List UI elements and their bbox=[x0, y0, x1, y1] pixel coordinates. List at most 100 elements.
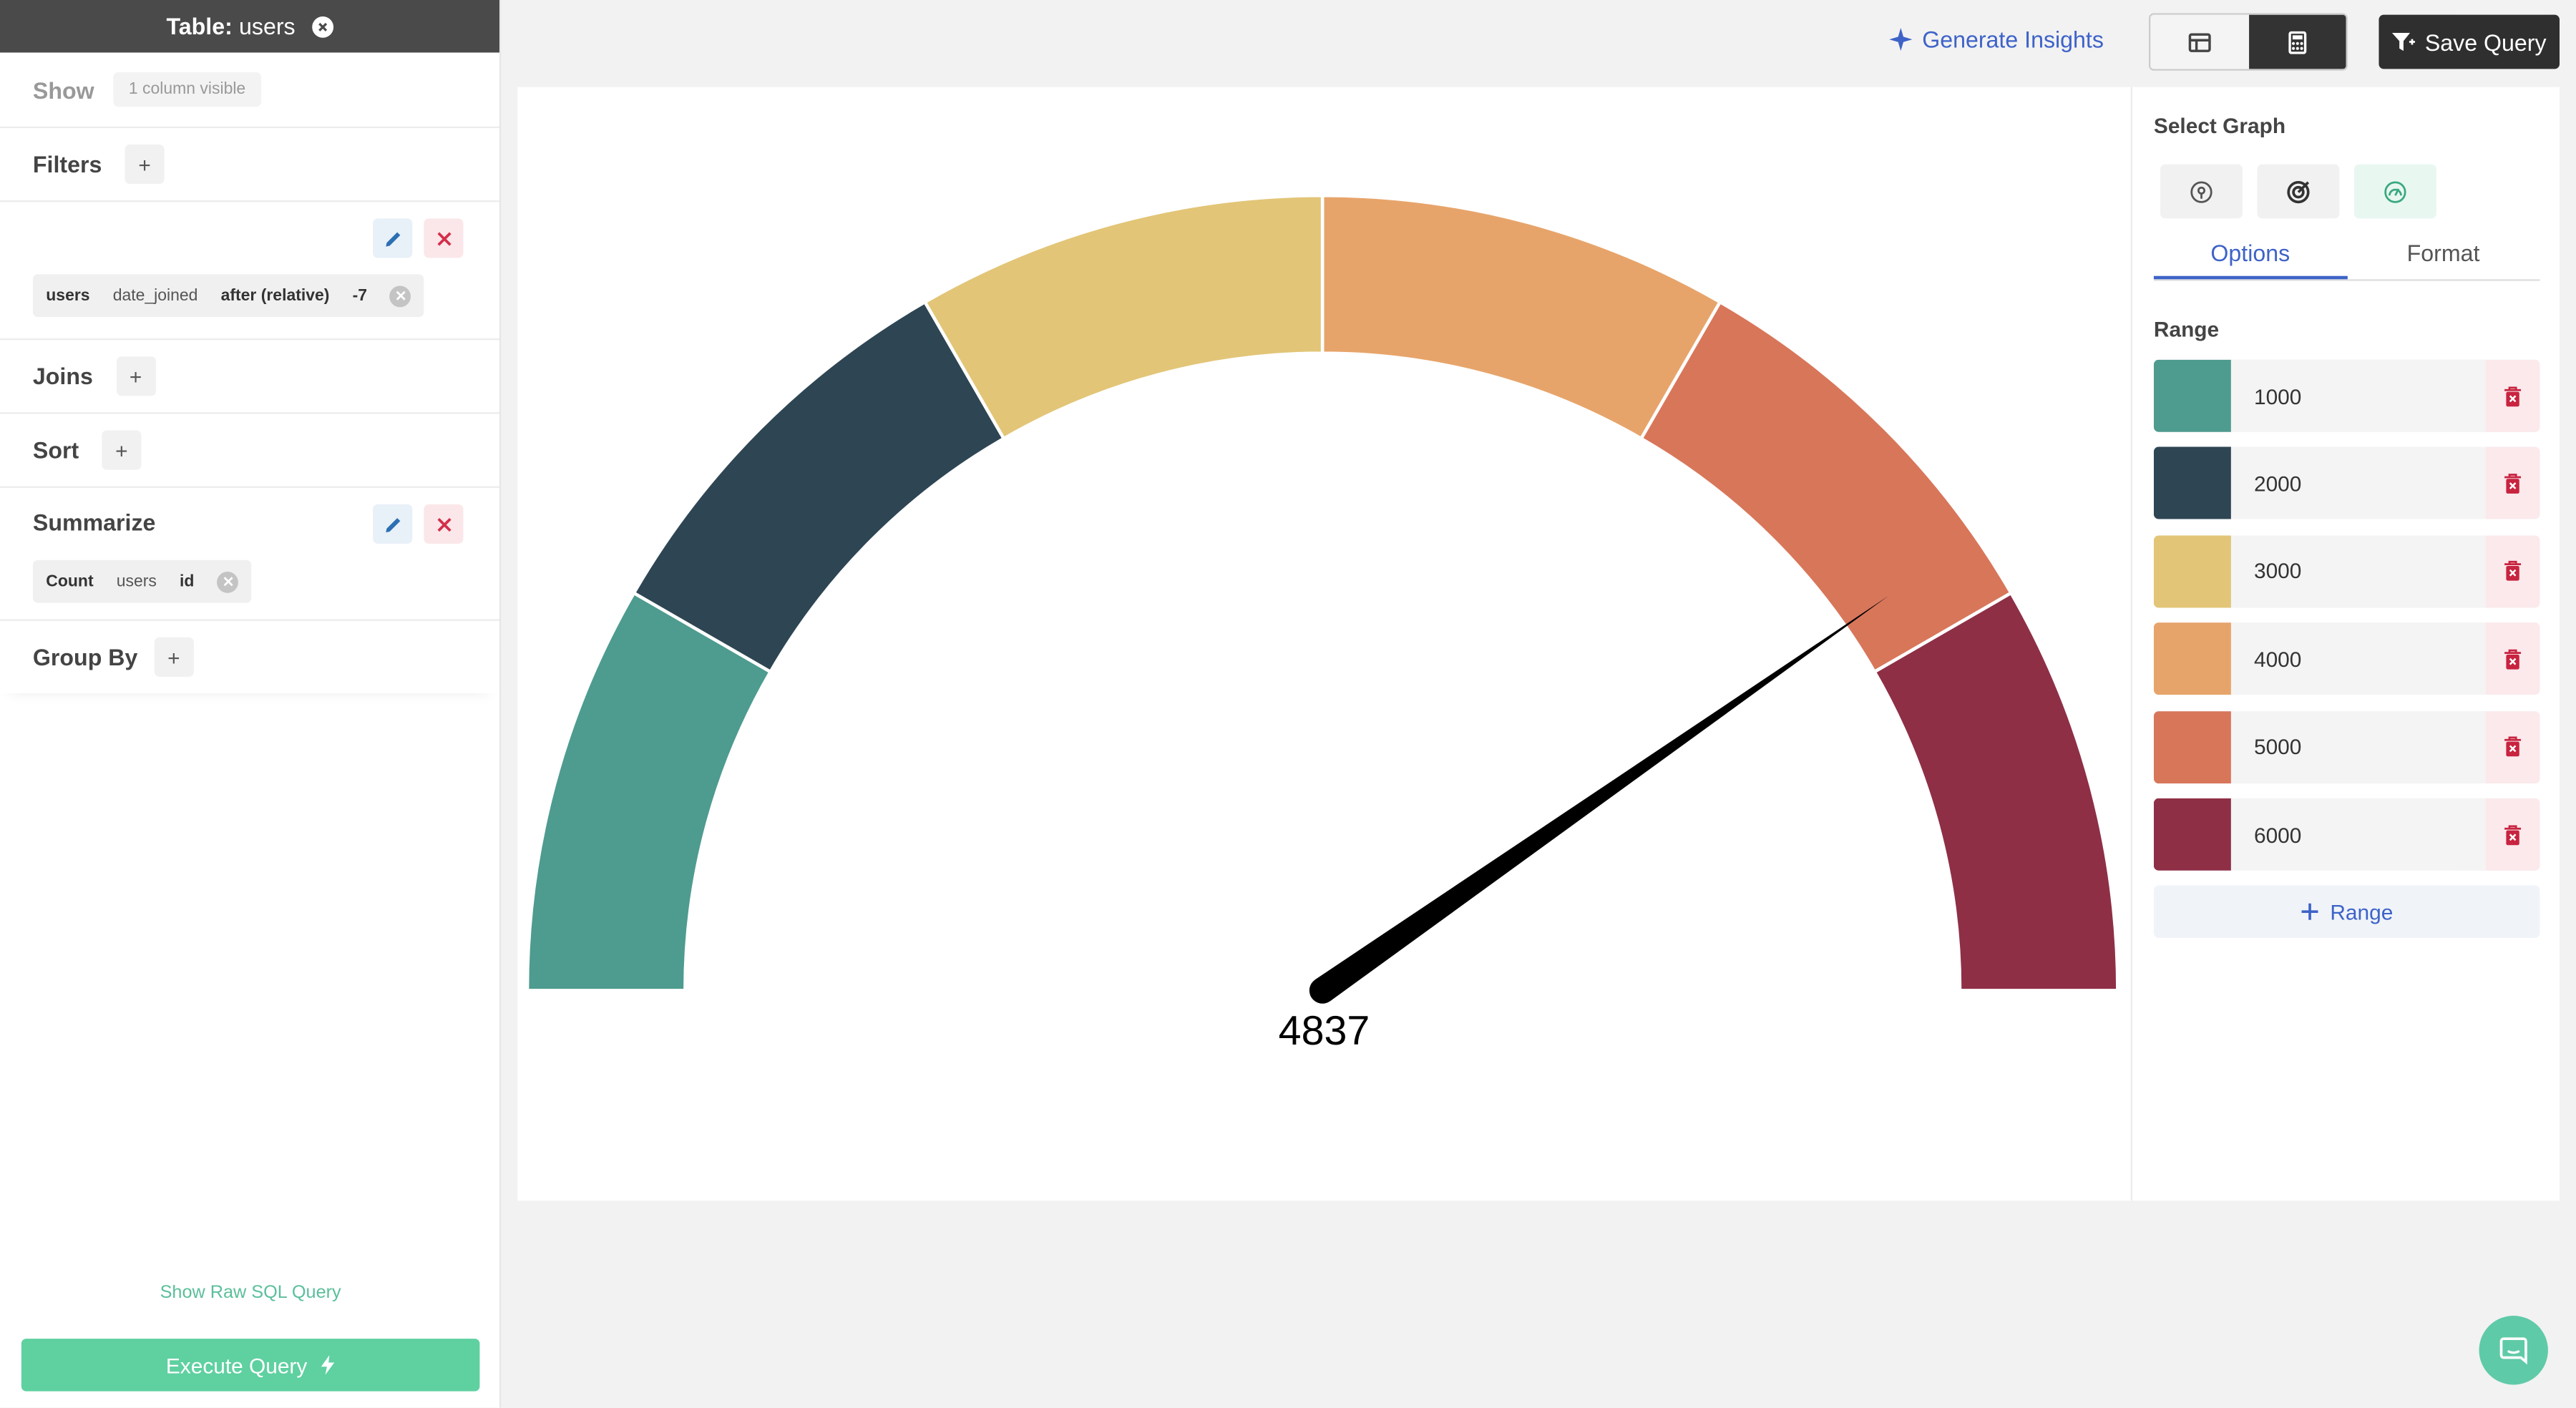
summarize-tag[interactable]: Count users id bbox=[32, 559, 252, 603]
trash-icon bbox=[2504, 649, 2522, 669]
filter-table: users bbox=[46, 286, 90, 305]
pencil-icon bbox=[385, 231, 400, 246]
add-sort-button[interactable]: + bbox=[102, 430, 142, 470]
tab-format[interactable]: Format bbox=[2347, 228, 2540, 279]
lightning-icon bbox=[321, 1355, 335, 1375]
table-icon bbox=[2188, 32, 2211, 52]
table-header: Table: users bbox=[0, 0, 499, 53]
range-row: 2000 bbox=[2153, 447, 2540, 520]
gauge-graph-button[interactable] bbox=[2354, 164, 2436, 219]
generate-insights-label: Generate Insights bbox=[1922, 26, 2104, 53]
range-row: 5000 bbox=[2153, 710, 2540, 783]
group-by-label: Group By bbox=[32, 643, 138, 670]
sort-label: Sort bbox=[32, 436, 79, 464]
view-toggle bbox=[2149, 13, 2348, 71]
options-tabs: Options Format bbox=[2153, 228, 2540, 281]
add-filter-button[interactable]: + bbox=[125, 145, 165, 185]
execute-query-button[interactable]: Execute Query bbox=[21, 1339, 480, 1392]
show-raw-sql-link[interactable]: Show Raw SQL Query bbox=[0, 1283, 501, 1303]
close-icon bbox=[436, 231, 451, 245]
trash-icon bbox=[2504, 824, 2522, 845]
gauge-band bbox=[631, 299, 1006, 675]
column-visibility-pill[interactable]: 1 column visible bbox=[114, 72, 260, 107]
range-value-input[interactable]: 5000 bbox=[2231, 710, 2486, 783]
plus-icon bbox=[2302, 903, 2319, 920]
delete-range-button[interactable] bbox=[2485, 534, 2540, 608]
remove-filter-icon[interactable] bbox=[390, 285, 412, 307]
trash-icon bbox=[2504, 473, 2522, 494]
gauge-needle-hub bbox=[1309, 977, 1336, 1004]
chat-support-button[interactable] bbox=[2479, 1316, 2548, 1385]
trash-icon bbox=[2504, 561, 2522, 582]
tab-options[interactable]: Options bbox=[2153, 228, 2347, 280]
summarize-column: id bbox=[180, 572, 195, 591]
range-color-swatch[interactable] bbox=[2153, 359, 2231, 432]
range-color-swatch[interactable] bbox=[2153, 798, 2231, 871]
summarize-table: users bbox=[116, 572, 157, 591]
sparkle-icon bbox=[1889, 28, 1913, 52]
generate-insights-button[interactable]: Generate Insights bbox=[1889, 26, 2104, 53]
close-icon bbox=[436, 517, 451, 531]
group-by-section: Group By + bbox=[0, 621, 499, 693]
range-value-input[interactable]: 4000 bbox=[2231, 623, 2486, 695]
delete-range-button[interactable] bbox=[2485, 798, 2540, 871]
table-view-button[interactable] bbox=[2150, 14, 2248, 69]
range-color-swatch[interactable] bbox=[2153, 447, 2231, 520]
close-table-icon[interactable] bbox=[311, 15, 333, 37]
filters-label: Filters bbox=[32, 151, 102, 177]
range-value-input[interactable]: 6000 bbox=[2231, 798, 2486, 871]
delete-range-button[interactable] bbox=[2485, 359, 2540, 432]
pin-icon bbox=[2190, 180, 2212, 202]
range-row: 4000 bbox=[2153, 622, 2540, 695]
delete-summarize-button[interactable] bbox=[424, 504, 464, 544]
gauge-value-label: 4837 bbox=[1278, 1008, 1370, 1055]
range-value-input[interactable]: 1000 bbox=[2231, 360, 2486, 432]
trash-icon bbox=[2504, 736, 2522, 757]
gauge-needle bbox=[1314, 595, 1889, 1002]
add-join-button[interactable]: + bbox=[116, 356, 156, 396]
gauge-band bbox=[922, 193, 1324, 441]
joins-section: Joins + bbox=[0, 340, 499, 414]
range-color-swatch[interactable] bbox=[2153, 710, 2231, 783]
chat-icon bbox=[2499, 1337, 2527, 1365]
range-color-swatch[interactable] bbox=[2153, 534, 2231, 608]
gauge-icon bbox=[2384, 180, 2406, 202]
delete-filter-button[interactable] bbox=[424, 218, 464, 258]
gauge-chart bbox=[525, 193, 2119, 1004]
edit-summarize-button[interactable] bbox=[373, 504, 413, 544]
filter-list: users date_joined after (relative) -7 bbox=[0, 202, 499, 341]
select-graph-title: Select Graph bbox=[2153, 113, 2286, 138]
chart-panel: 4837 bbox=[517, 87, 2131, 1201]
table-name: users bbox=[239, 13, 296, 40]
add-group-by-button[interactable]: + bbox=[154, 637, 194, 677]
filter-value: -7 bbox=[352, 286, 368, 305]
save-query-button[interactable]: Save Query bbox=[2379, 14, 2560, 69]
graph-type-selector bbox=[2160, 164, 2436, 219]
pin-graph-button[interactable] bbox=[2160, 164, 2243, 219]
query-builder-sidebar: Table: users Show 1 column visible Filte… bbox=[0, 0, 502, 1408]
add-range-button[interactable]: Range bbox=[2153, 885, 2540, 938]
remove-summarize-icon[interactable] bbox=[217, 570, 239, 592]
range-color-swatch[interactable] bbox=[2153, 622, 2231, 695]
edit-filter-button[interactable] bbox=[373, 218, 413, 258]
filter-column: date_joined bbox=[112, 286, 198, 305]
target-graph-button[interactable] bbox=[2257, 164, 2340, 219]
show-section: Show 1 column visible bbox=[0, 52, 499, 129]
summarize-fn: Count bbox=[46, 572, 94, 591]
filter-funnel-icon bbox=[2391, 31, 2416, 51]
delete-range-button[interactable] bbox=[2485, 710, 2540, 783]
range-value-input[interactable]: 3000 bbox=[2231, 535, 2486, 607]
summarize-section: Summarize Count users id bbox=[0, 488, 499, 621]
target-icon bbox=[2287, 180, 2310, 203]
chart-view-button[interactable] bbox=[2248, 14, 2346, 69]
filter-tag[interactable]: users date_joined after (relative) -7 bbox=[32, 274, 425, 318]
show-label: Show bbox=[32, 76, 94, 103]
delete-range-button[interactable] bbox=[2485, 447, 2540, 520]
range-title: Range bbox=[2153, 317, 2220, 342]
gauge-band bbox=[1872, 590, 2119, 992]
delete-range-button[interactable] bbox=[2485, 622, 2540, 695]
trash-icon bbox=[2504, 386, 2522, 406]
table-prefix: Table: bbox=[166, 13, 233, 40]
range-row: 1000 bbox=[2153, 359, 2540, 432]
range-value-input[interactable]: 2000 bbox=[2231, 447, 2486, 519]
